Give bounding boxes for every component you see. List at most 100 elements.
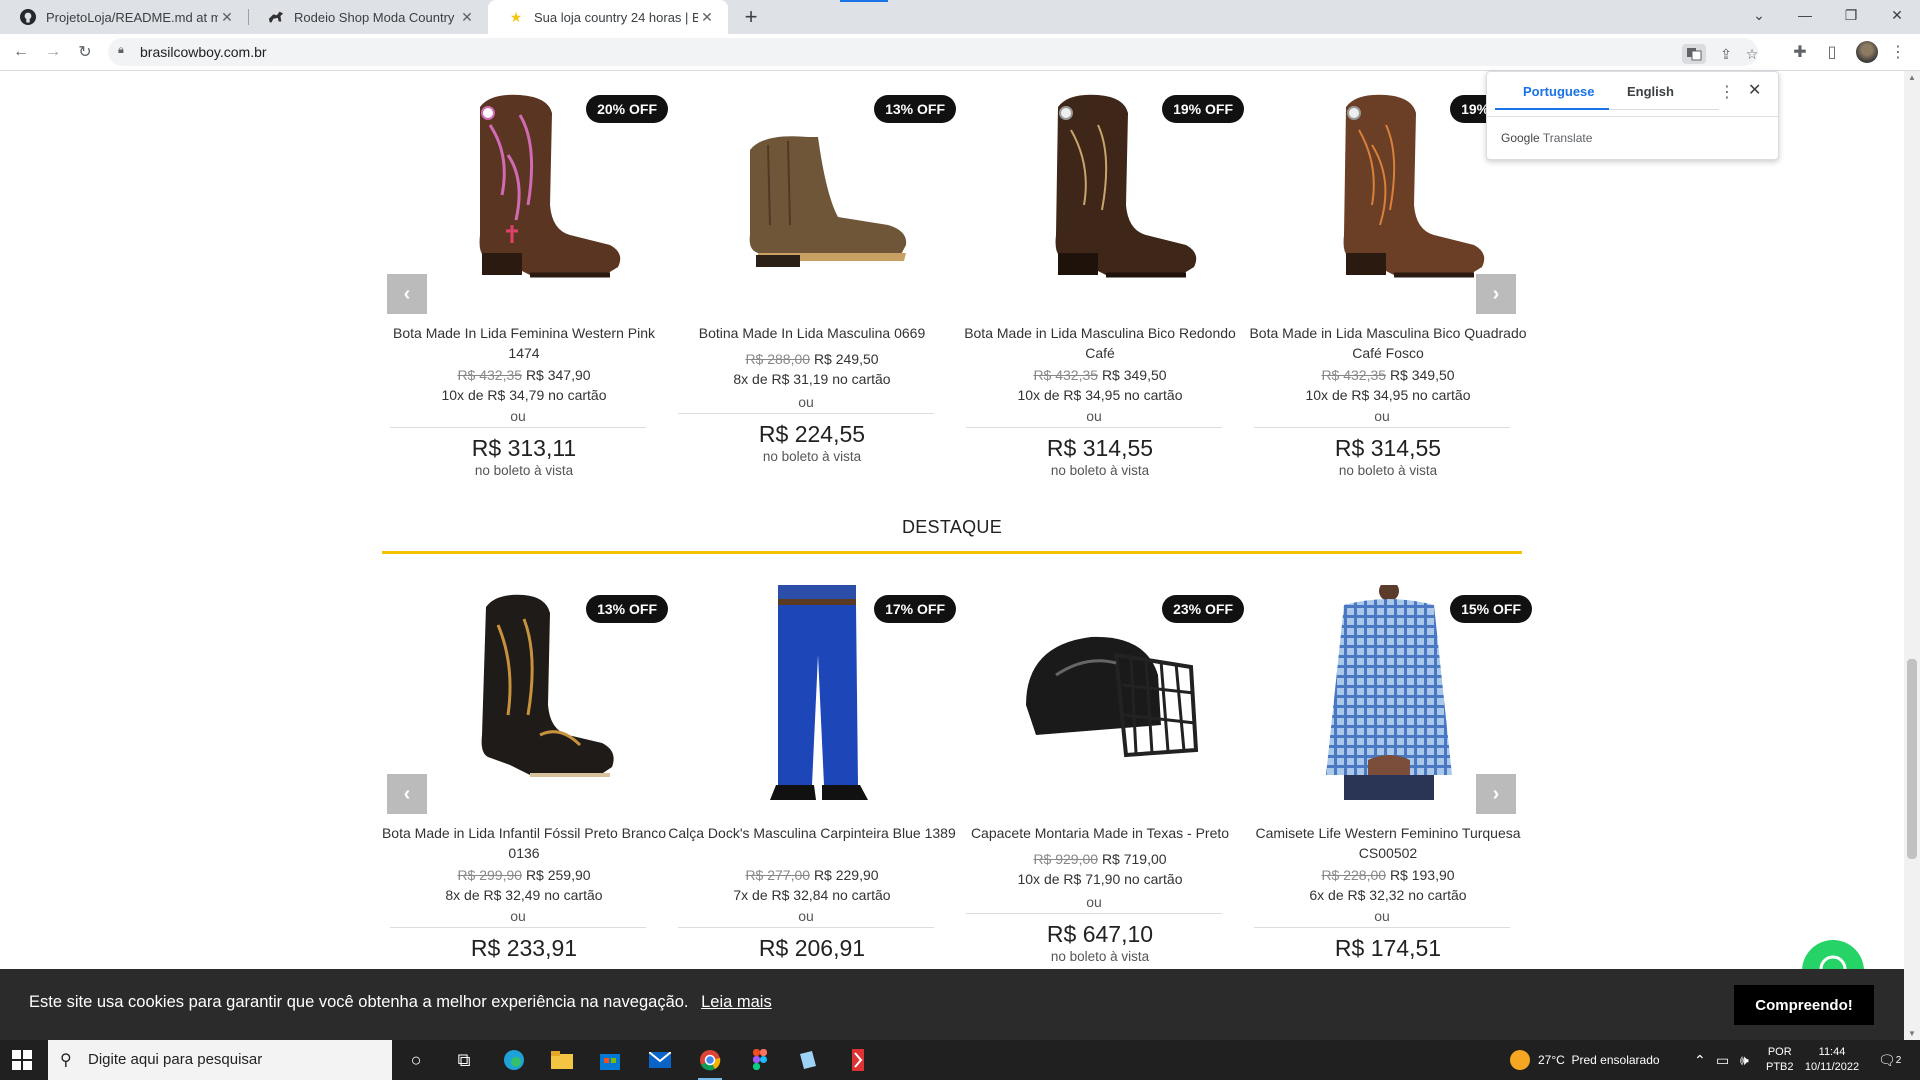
app-icon[interactable] [844, 1046, 872, 1074]
figma-icon[interactable] [746, 1046, 774, 1074]
boleto-label: no boleto à vista [762, 449, 862, 464]
notifications-icon[interactable]: 🗨︎ 2 [1878, 1040, 1901, 1080]
boleto-price: R$ 313,11 [471, 435, 577, 461]
forward-icon[interactable]: → [41, 40, 65, 64]
current-price: R$ 349,50 [1101, 367, 1167, 383]
notepad-icon[interactable] [794, 1046, 822, 1074]
windows-start-icon[interactable] [12, 1050, 32, 1070]
discount-badge: 13% OFF [586, 595, 668, 623]
extensions-icon[interactable]: ✚ [1788, 40, 1812, 64]
price-line: R$ 299,90 R$ 259,90 [380, 865, 668, 885]
translate-menu-icon[interactable]: ⋮ [1719, 82, 1735, 102]
taskbar-search[interactable]: ⚲ Digite aqui para pesquisar [48, 1040, 392, 1080]
boleto-label: no boleto à vista [474, 463, 574, 478]
reload-icon[interactable]: ↻ [73, 40, 97, 64]
old-price: R$ 432,35 [1321, 367, 1387, 383]
installments: 8x de R$ 32,49 no cartão [445, 887, 603, 903]
back-icon[interactable]: ← [9, 40, 33, 64]
browser-toolbar: ← → ↻ 🔒︎ brasilcowboy.com.br ⇪ ☆ ✚ ▯ ⋮ [0, 34, 1920, 71]
product-name[interactable]: Bota Made in Lida Infantil Fóssil Preto … [380, 823, 668, 863]
restore-button[interactable]: ❐ [1828, 0, 1874, 30]
clock[interactable]: 11:44 10/11/2022 [1802, 1040, 1862, 1080]
installments: 10x de R$ 34,95 no cartão [1305, 387, 1471, 403]
product-name[interactable]: Bota Made in Lida Masculina Bico Redondo… [956, 323, 1244, 363]
address-bar[interactable]: 🔒︎ brasilcowboy.com.br ⇪ ☆ [108, 38, 1758, 66]
boleto-price: R$ 206,91 [758, 935, 866, 961]
menu-kebab-icon[interactable]: ⋮ [1886, 40, 1910, 64]
read-more-link[interactable]: Leia mais [701, 993, 772, 1011]
price-line: R$ 288,00 R$ 249,50 [668, 349, 956, 369]
chevron-right-icon: › [1492, 782, 1500, 805]
windows-taskbar: ⚲ Digite aqui para pesquisar ○ ⧉ 27°C Pr… [0, 1040, 1920, 1080]
product-name[interactable]: Capacete Montaria Made in Texas - Preto [956, 823, 1244, 843]
loading-indicator [840, 0, 888, 2]
tab-brasilcowboy[interactable]: ★ Sua loja country 24 horas | Brasil ✕ [488, 0, 728, 34]
cortana-icon[interactable]: ○ [402, 1046, 430, 1074]
divider [1487, 116, 1778, 117]
chevron-left-icon: ‹ [403, 282, 411, 305]
product-name[interactable]: Bota Made in Lida Masculina Bico Quadrad… [1244, 323, 1532, 363]
github-icon [20, 9, 36, 25]
share-icon[interactable]: ⇪ [1714, 44, 1738, 64]
new-tab-button[interactable]: + [738, 4, 764, 30]
side-panel-icon[interactable]: ▯ [1820, 40, 1844, 64]
boleto-label: no boleto à vista [1050, 463, 1150, 478]
product-carousel-top: 20% OFF Bota Made In Lida Feminina Weste… [380, 85, 1532, 485]
product-name[interactable]: Botina Made In Lida Masculina 0669 [668, 323, 956, 343]
tab-title: Sua loja country 24 horas | Brasil [534, 9, 698, 25]
tab-search-icon[interactable]: ⌄ [1736, 0, 1782, 30]
product-name[interactable]: Camisete Life Western Feminino Turquesa … [1244, 823, 1532, 863]
profile-avatar[interactable] [1856, 41, 1878, 63]
accept-cookies-button[interactable]: Compreendo! [1734, 985, 1874, 1025]
scroll-up-icon[interactable]: ▲ [1908, 73, 1916, 82]
close-icon[interactable]: ✕ [1748, 80, 1761, 100]
product-name[interactable]: Bota Made In Lida Feminina Western Pink … [380, 323, 668, 363]
minimize-button[interactable]: — [1782, 0, 1828, 30]
page-scrollbar[interactable]: ▲ ▼ [1904, 71, 1920, 1040]
chrome-icon[interactable] [696, 1046, 724, 1080]
translate-source-tab[interactable]: Portuguese [1523, 84, 1595, 99]
language-indicator[interactable]: POR PTB2 [1766, 1040, 1794, 1080]
web-page: 20% OFF Bota Made In Lida Feminina Weste… [0, 71, 1904, 969]
close-tab-icon[interactable]: ✕ [458, 9, 476, 26]
old-price: R$ 228,00 [1321, 867, 1387, 883]
installments: 10x de R$ 71,90 no cartão [1017, 871, 1183, 887]
chevron-left-icon: ‹ [403, 782, 411, 805]
weather-sun-icon [1510, 1050, 1530, 1070]
close-tab-icon[interactable]: ✕ [698, 9, 716, 26]
boleto-label: no boleto à vista [1338, 463, 1438, 478]
volume-icon[interactable]: 🕪︎ [1740, 1040, 1749, 1080]
cookie-banner: Este site usa cookies para garantir que … [0, 969, 1904, 1040]
carousel-next-button[interactable]: › [1476, 274, 1516, 314]
price-line: R$ 432,35 R$ 349,50 [956, 365, 1244, 385]
store-icon[interactable] [596, 1046, 624, 1074]
bookmark-star-icon[interactable]: ☆ [1740, 44, 1764, 64]
scroll-thumb[interactable] [1907, 659, 1917, 859]
lang-bottom: PTB2 [1766, 1061, 1794, 1073]
mail-icon[interactable] [646, 1046, 674, 1074]
carousel-prev-button[interactable]: ‹ [387, 274, 427, 314]
edge-icon[interactable] [500, 1046, 528, 1074]
current-price: R$ 719,00 [1101, 851, 1167, 867]
scroll-down-icon[interactable]: ▼ [1908, 1029, 1916, 1038]
boleto-label: no boleto à vista [1050, 949, 1150, 964]
current-price: R$ 249,50 [813, 351, 879, 367]
file-explorer-icon[interactable] [548, 1046, 576, 1074]
or-separator: ou [966, 894, 1222, 914]
weather-widget[interactable]: 27°C Pred ensolarado [1510, 1040, 1660, 1080]
tray-chevron-icon[interactable]: ⌃ [1694, 1040, 1706, 1080]
carousel-next-button[interactable]: › [1476, 774, 1516, 814]
product-name[interactable]: Calça Dock's Masculina Carpinteira Blue … [668, 823, 956, 843]
network-icon[interactable]: ▭ [1716, 1040, 1729, 1080]
close-tab-icon[interactable]: ✕ [218, 9, 236, 26]
carousel-prev-button[interactable]: ‹ [387, 774, 427, 814]
or-separator: ou [678, 394, 934, 414]
tab-rodeio[interactable]: Rodeio Shop Moda Country ✕ [248, 0, 488, 34]
close-window-button[interactable]: ✕ [1874, 0, 1920, 30]
notification-count: 2 [1895, 1054, 1902, 1066]
product-carousel-featured: 13% OFF Bota Made in Lida Infantil Fóssi… [380, 581, 1532, 969]
translate-icon[interactable] [1682, 44, 1706, 64]
task-view-icon[interactable]: ⧉ [450, 1046, 478, 1074]
translate-target-tab[interactable]: English [1627, 84, 1674, 99]
tab-github[interactable]: ProjetoLoja/README.md at main ✕ [0, 0, 248, 34]
